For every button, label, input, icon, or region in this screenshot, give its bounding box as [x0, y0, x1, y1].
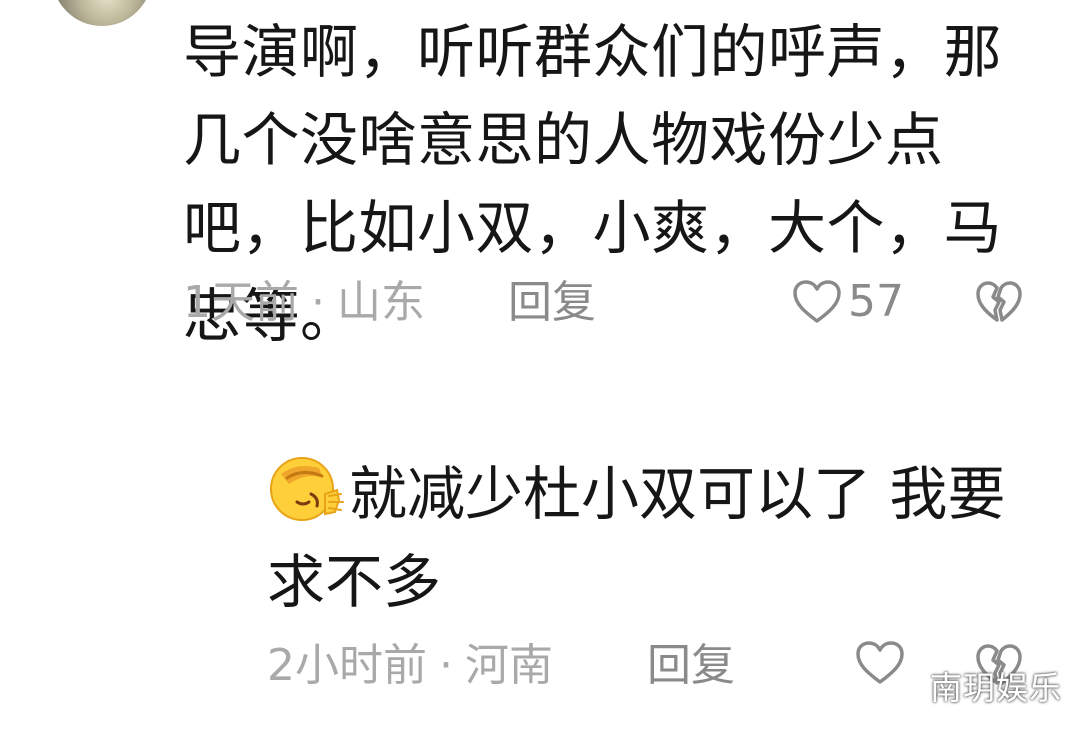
- reply-text: 就减少杜小双可以了 我要求不多: [267, 460, 1006, 616]
- dislike-button[interactable]: [975, 280, 1023, 324]
- reply-block: 就减少杜小双可以了 我要求不多: [267, 450, 1027, 626]
- reply-like-button[interactable]: [855, 640, 905, 686]
- watermark: 南玥娱乐: [929, 669, 1062, 707]
- like-button[interactable]: 57: [792, 277, 904, 327]
- meta-separator: ·: [439, 640, 453, 691]
- like-count: 57: [848, 276, 904, 327]
- reply-reply-button[interactable]: 回复: [647, 641, 735, 691]
- comment-location: 山东: [337, 277, 425, 328]
- broken-heart-icon: [975, 280, 1023, 324]
- heart-outline-icon: [855, 640, 905, 686]
- reply-location: 河南: [465, 640, 553, 691]
- reply-meta: 2小时前 · 河南: [267, 641, 553, 691]
- heart-outline-icon: [792, 279, 842, 325]
- facepalm-emoji-icon: [267, 454, 345, 524]
- reply-time: 2小时前: [267, 640, 427, 691]
- meta-separator: ·: [311, 277, 325, 328]
- reply-button[interactable]: 回复: [508, 278, 596, 328]
- comment-avatar[interactable]: [52, 0, 152, 26]
- comment-meta: 1天前 · 山东: [183, 278, 425, 328]
- reply-text-line: 就减少杜小双可以了 我要求不多: [267, 450, 1027, 626]
- comment-time: 1天前: [183, 277, 299, 328]
